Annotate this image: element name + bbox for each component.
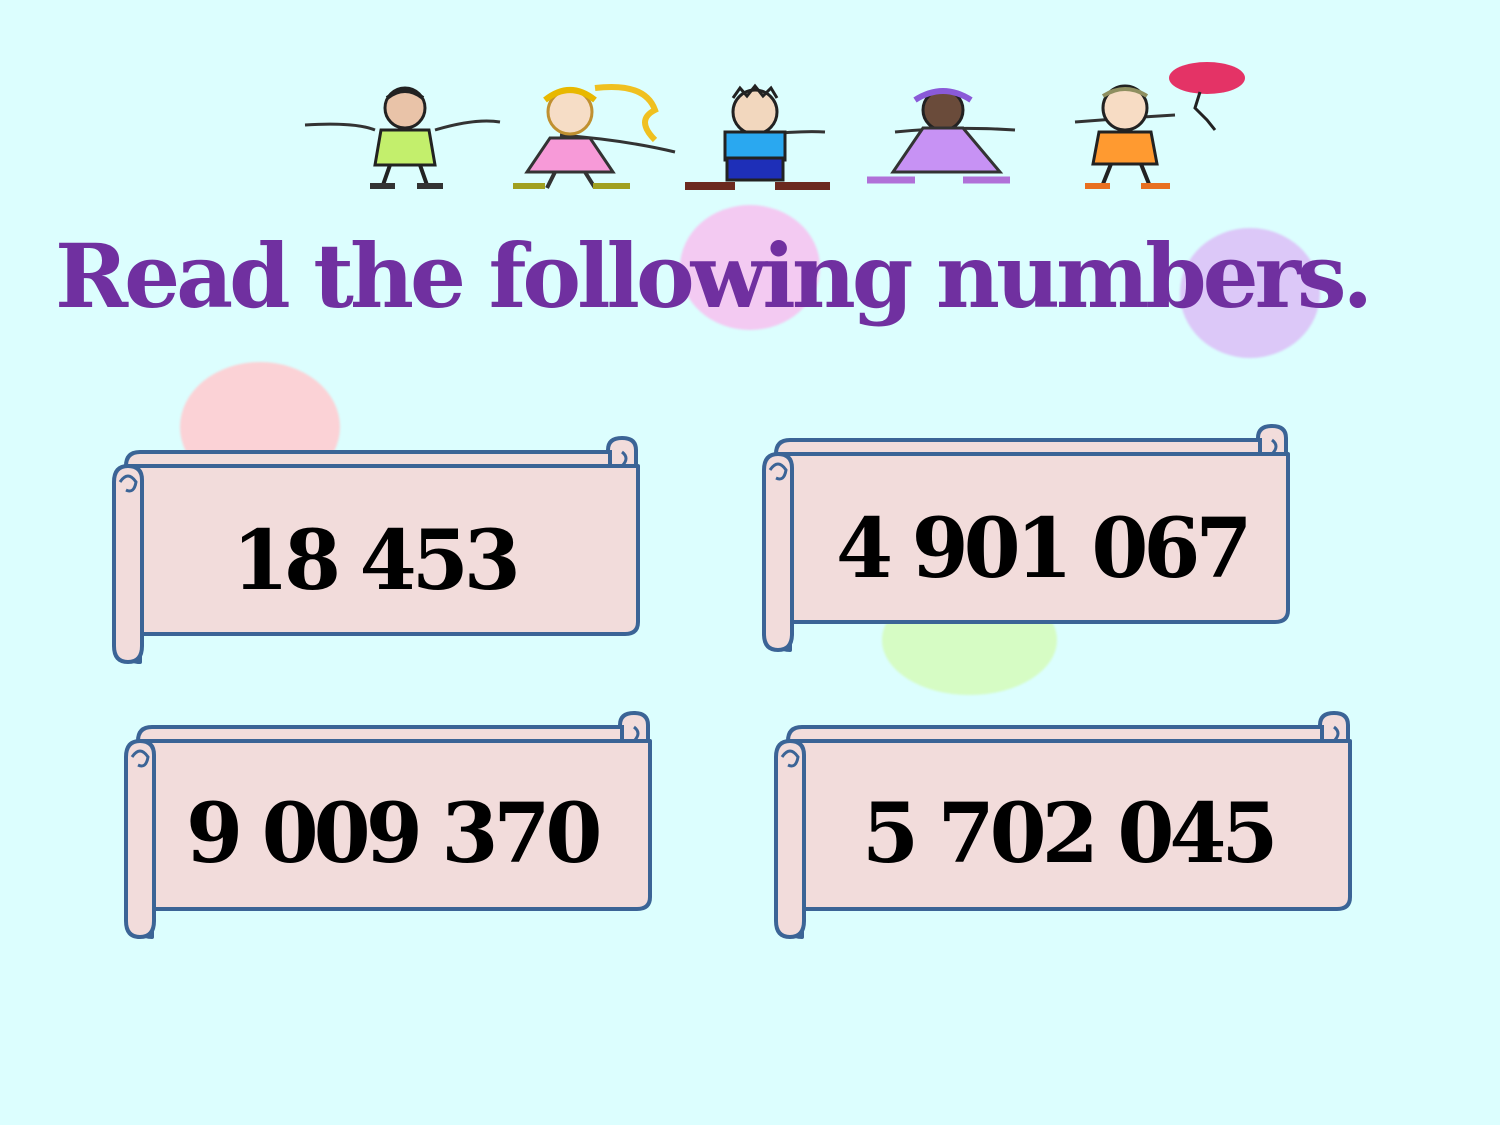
number-4901067: 4 901 067 bbox=[836, 501, 1252, 597]
number-5702045: 5 702 045 bbox=[862, 786, 1278, 882]
kid-purple-dress bbox=[867, 88, 1010, 184]
red-balloon-icon bbox=[1169, 62, 1245, 131]
kid-green-shirt bbox=[370, 86, 443, 189]
kid-pink-dress bbox=[513, 84, 659, 190]
number-18453: 18 453 bbox=[232, 513, 521, 609]
slide-title: Read the following numbers. bbox=[55, 224, 1373, 328]
number-scroll-1: 18 453 bbox=[110, 436, 640, 666]
number-scroll-2: 4 901 067 bbox=[760, 424, 1290, 654]
number-9009370: 9 009 370 bbox=[186, 786, 602, 882]
slide: Read the following numbers. 18 453 4 901… bbox=[0, 0, 1500, 1125]
number-scroll-3: 9 009 370 bbox=[122, 711, 652, 941]
kid-orange-shirt bbox=[1085, 84, 1170, 189]
kid-blue-shirt bbox=[685, 83, 830, 190]
children-holding-hands-clipart bbox=[304, 62, 1245, 190]
number-scroll-4: 5 702 045 bbox=[772, 711, 1352, 941]
